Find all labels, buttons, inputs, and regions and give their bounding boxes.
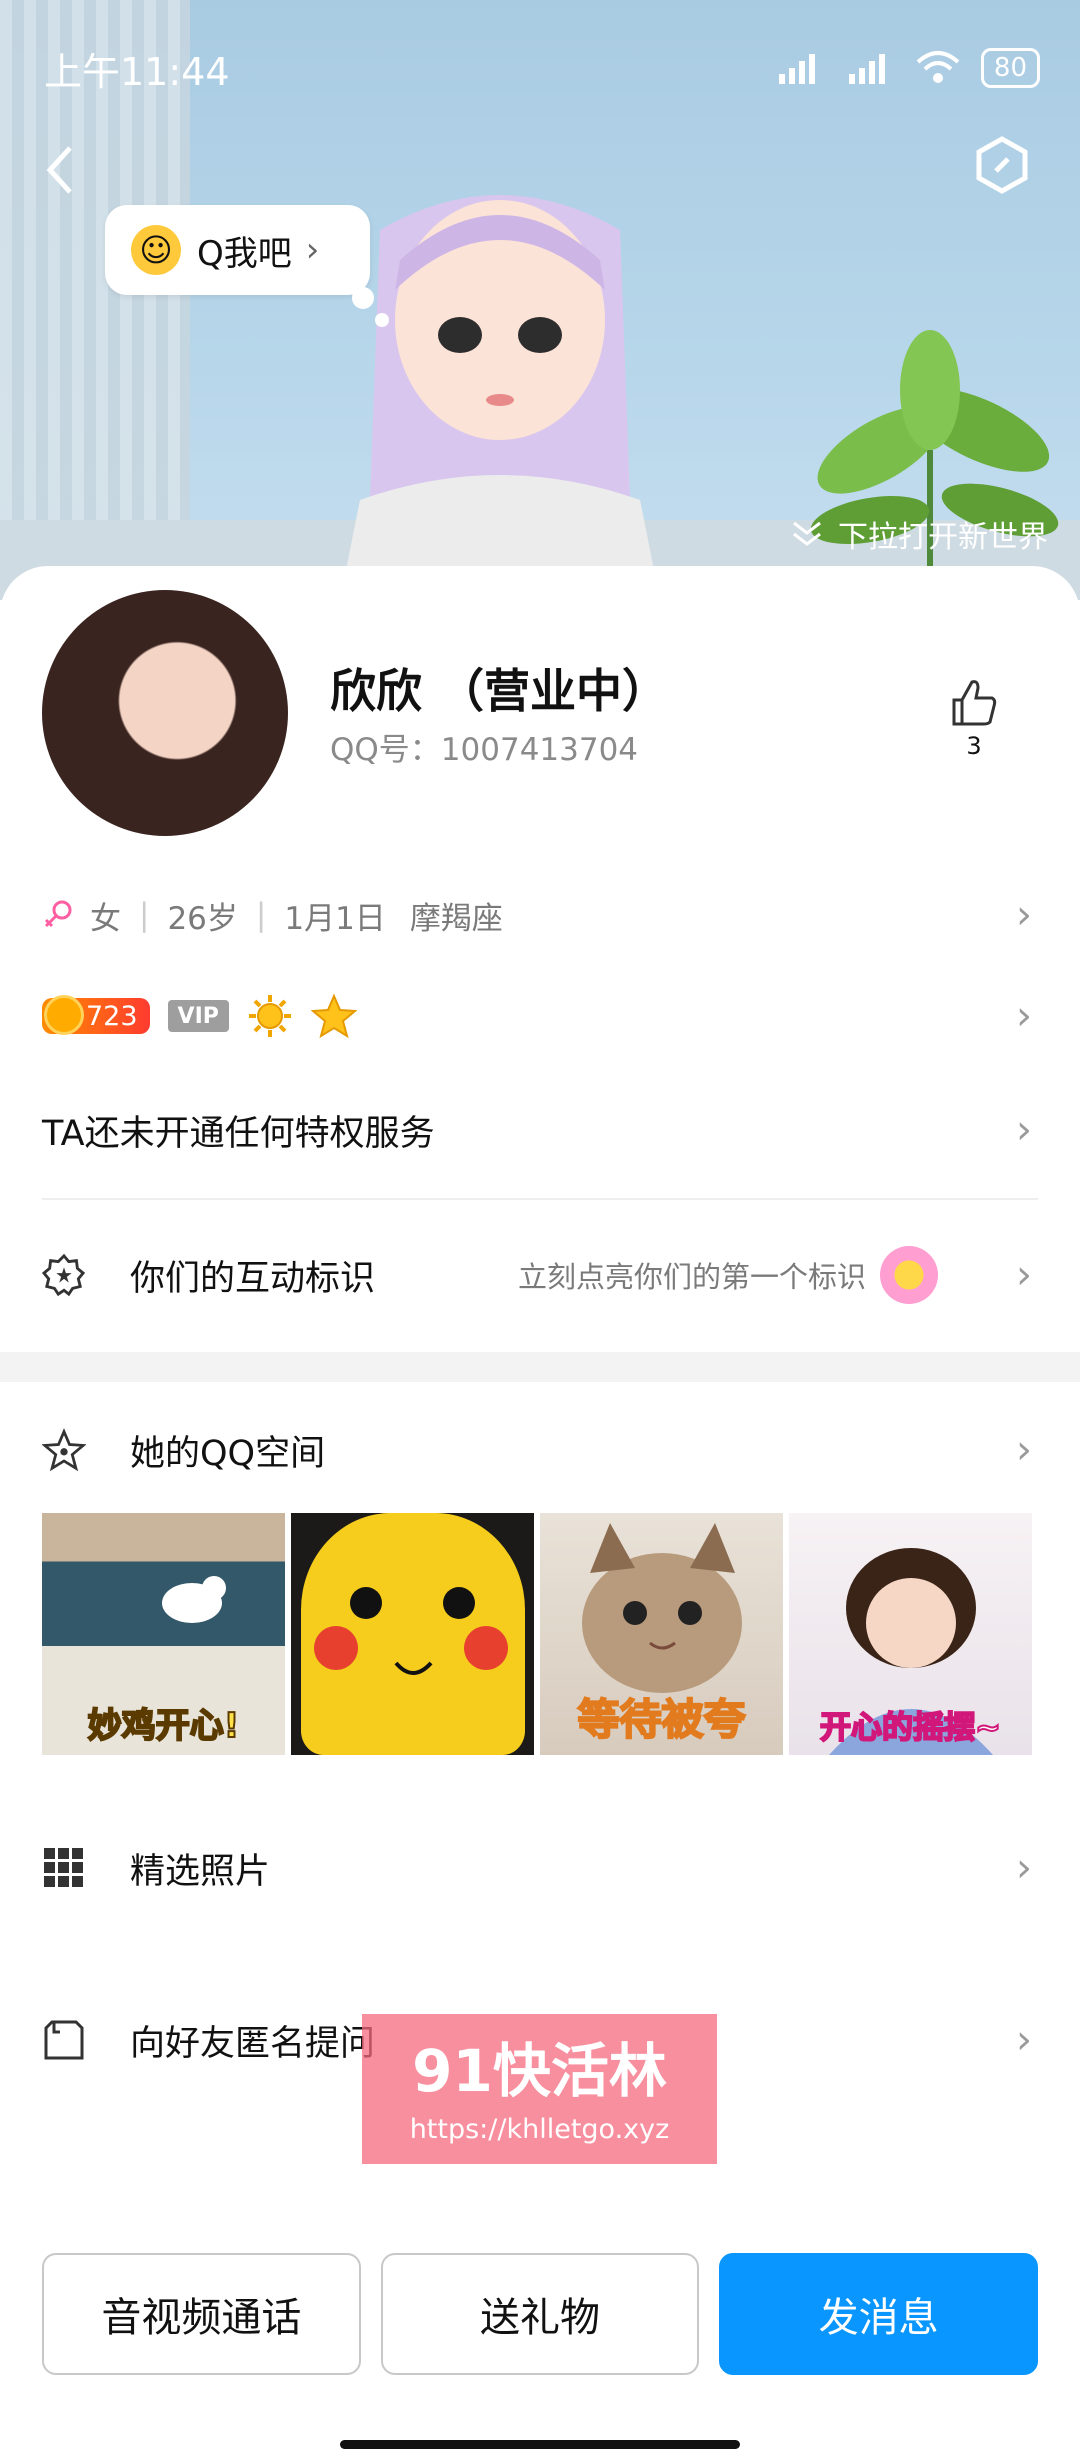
video-call-button[interactable]: 音视频通话 xyxy=(42,2253,361,2375)
qzone-row[interactable]: 她的QQ空间 › xyxy=(42,1420,1038,1480)
pull-down-label: 下拉打开新世界 xyxy=(838,520,1048,555)
signal-icon-2 xyxy=(848,54,885,84)
battery-indicator: 80 xyxy=(980,48,1040,88)
section-gap xyxy=(0,1352,1080,1382)
photo-caption: 妙鸡开心! xyxy=(87,1705,241,1747)
question-box-icon xyxy=(42,2018,86,2062)
qzone-photo[interactable]: 等待被夸 xyxy=(540,1513,783,1755)
qzone-photo[interactable] xyxy=(291,1513,534,1755)
privilege-label: TA还未开通任何特权服务 xyxy=(42,1113,435,1154)
coin-icon xyxy=(44,995,84,1035)
chevron-right-icon: › xyxy=(1016,2017,1032,2063)
wifi-icon xyxy=(916,51,960,83)
female-icon xyxy=(44,900,72,928)
gender-label: 女 xyxy=(90,900,121,937)
bubble-dot xyxy=(352,287,374,309)
level-value: 723 xyxy=(86,1000,138,1032)
qzone-label: 她的QQ空间 xyxy=(130,1433,326,1474)
q-me-bubble[interactable]: ☺ Q我吧 › xyxy=(105,205,370,295)
age-label: 26岁 xyxy=(167,900,238,937)
divider xyxy=(42,1198,1038,1200)
vip-badge: VIP xyxy=(167,1000,229,1032)
star-icon xyxy=(310,993,357,1039)
interaction-label: 你们的互动标识 xyxy=(130,1258,376,1299)
level-badge: 723 xyxy=(42,995,150,1035)
badges-row[interactable]: 723 VIP › xyxy=(42,990,1038,1042)
chevron-right-icon: › xyxy=(1016,1845,1032,1891)
qzone-photo[interactable]: 开心的摇摆~ xyxy=(789,1513,1032,1755)
chevron-right-icon: › xyxy=(1016,1107,1032,1153)
like-button[interactable]: 3 xyxy=(944,678,1004,760)
home-indicator[interactable] xyxy=(340,2440,740,2449)
selected-photos-row[interactable]: 精选照片 › xyxy=(42,1838,1038,1898)
status-time: 上午11:44 xyxy=(44,49,230,94)
chevron-right-icon: › xyxy=(1016,1427,1032,1473)
grid-icon xyxy=(42,1846,86,1890)
photo-caption: 开心的摇摆~ xyxy=(819,1709,1002,1747)
zodiac-label: 摩羯座 xyxy=(409,900,503,937)
chevron-right-icon: › xyxy=(1016,1252,1032,1298)
qzone-star-icon xyxy=(42,1428,86,1472)
send-message-button[interactable]: 发消息 xyxy=(719,2253,1039,2375)
birthday-label: 1月1日 xyxy=(284,900,386,937)
pull-down-hint: 下拉打开新世界 xyxy=(790,512,1048,556)
anonymous-question-label: 向好友匿名提问 xyxy=(130,2023,376,2064)
watermark: 91快活林 https://khlletgo.xyz xyxy=(362,2014,717,2164)
thumbs-up-icon xyxy=(952,680,997,726)
flower-icon xyxy=(880,1246,938,1304)
send-gift-button[interactable]: 送礼物 xyxy=(380,2253,700,2375)
separator: | xyxy=(255,897,267,933)
back-icon[interactable] xyxy=(40,140,80,200)
hero-banner[interactable]: 上午11:44 80 ☺ Q我吧 › 下拉打开新世界 xyxy=(0,0,1080,600)
bubble-label: Q我吧 xyxy=(197,233,292,274)
interaction-hint-text: 立刻点亮你们的第一个标识 xyxy=(517,1260,866,1294)
chevron-down-double-icon xyxy=(793,521,821,546)
sun-icon xyxy=(248,995,291,1037)
chevron-right-icon: › xyxy=(1016,993,1032,1039)
bubble-dot xyxy=(375,313,389,327)
watermark-url: https://khlletgo.xyz xyxy=(409,2114,670,2145)
photo-caption: 等待被夸 xyxy=(576,1694,746,1745)
action-bar: 音视频通话 送礼物 发消息 xyxy=(42,2253,1039,2375)
qzone-photo[interactable]: 妙鸡开心! xyxy=(42,1513,285,1755)
cube-icon[interactable] xyxy=(972,135,1032,195)
separator: | xyxy=(139,897,150,933)
status-bar: 上午11:44 80 xyxy=(44,38,1040,98)
selected-photos-label: 精选照片 xyxy=(130,1851,271,1892)
qzone-photo-strip: 妙鸡开心! 等待被夸 开心的摇摆~ xyxy=(42,1513,1032,1755)
avatar[interactable] xyxy=(42,590,288,836)
dog-illustration xyxy=(162,1576,226,1623)
interaction-hint: 立刻点亮你们的第一个标识 xyxy=(518,1246,938,1304)
pikachu-face xyxy=(314,1587,508,1675)
profile-name: 欣欣 （营业中） xyxy=(330,664,669,718)
like-count: 3 xyxy=(966,732,982,760)
privilege-row[interactable]: TA还未开通任何特权服务 › xyxy=(42,1100,1038,1160)
smile-icon: ☺ xyxy=(131,225,181,275)
badge-gear-icon xyxy=(42,1253,86,1297)
basic-info-row[interactable]: 女 | 26岁 | 1月1日 摩羯座 › xyxy=(42,890,1038,940)
chevron-right-icon: › xyxy=(305,230,320,270)
signal-icon xyxy=(778,54,815,84)
watermark-title: 91快活林 xyxy=(412,2037,667,2105)
chevron-right-icon: › xyxy=(1016,892,1032,938)
qq-number: QQ号：1007413704 xyxy=(330,732,639,768)
interaction-mark-row[interactable]: 你们的互动标识 立刻点亮你们的第一个标识 › xyxy=(42,1245,1038,1305)
